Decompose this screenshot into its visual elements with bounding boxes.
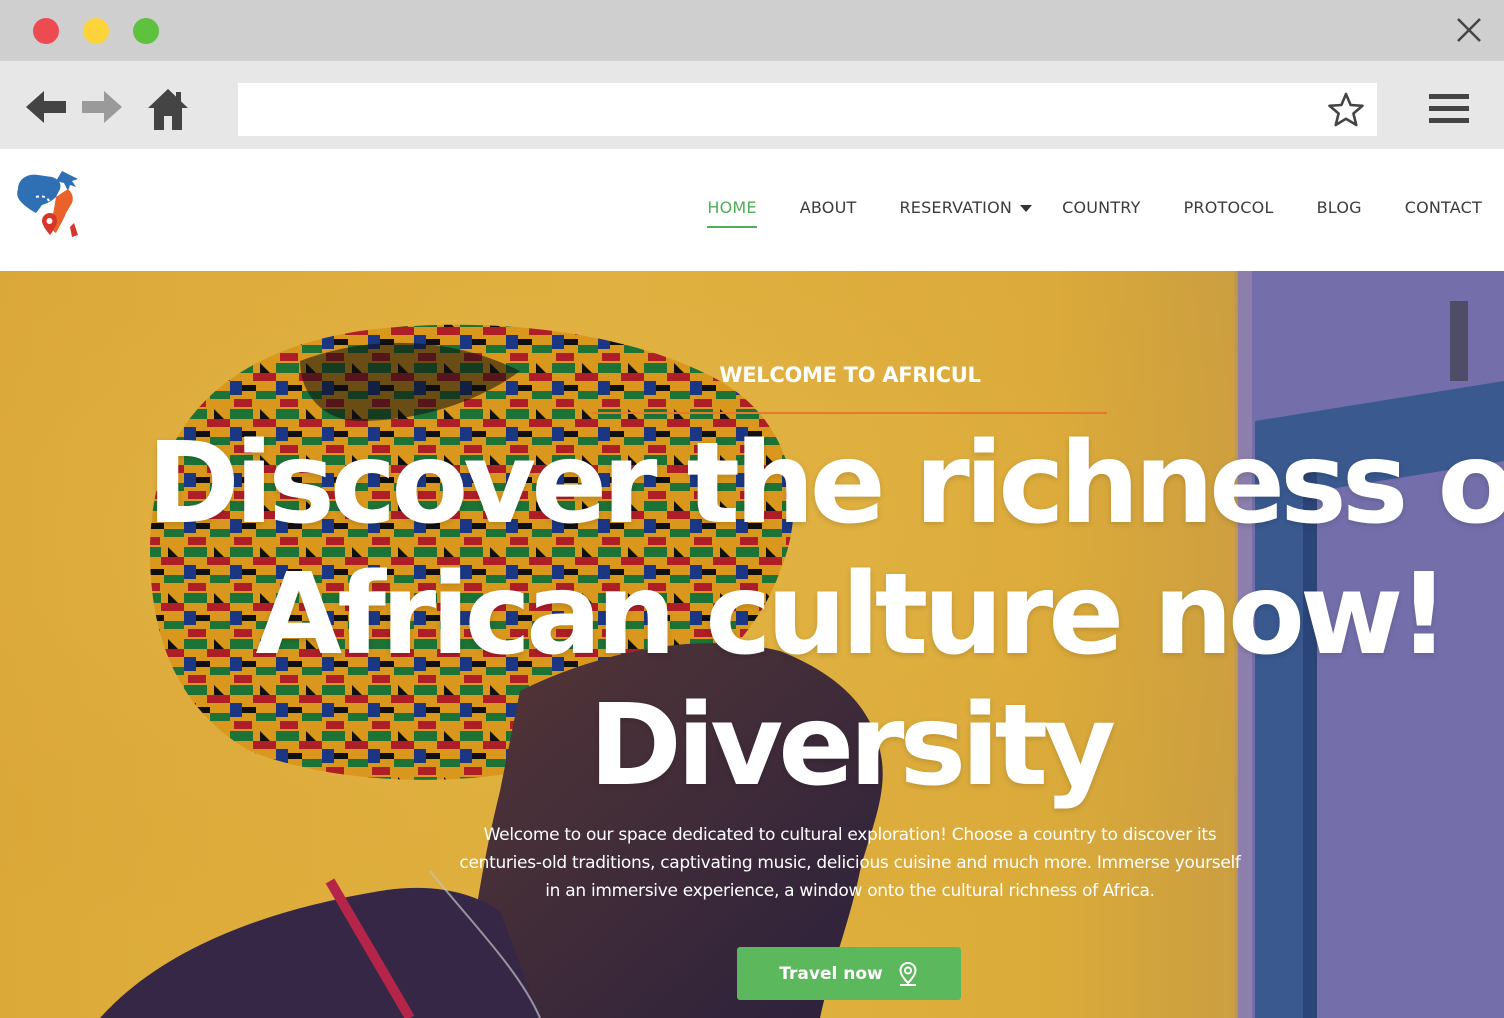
travel-now-button[interactable]: Travel now [737, 947, 961, 1000]
nav-protocol[interactable]: PROTOCOL [1184, 198, 1274, 217]
eyebrow-divider [592, 412, 1107, 414]
address-bar[interactable] [238, 83, 1377, 136]
hero-section: WELCOME TO AFRICUL Discover the richness… [0, 271, 1504, 1018]
hero-headline: Discover the richness of African culture… [0, 419, 1504, 812]
hero-content: WELCOME TO AFRICUL Discover the richness… [0, 271, 1504, 1018]
nav-reservation-label: RESERVATION [899, 197, 1013, 217]
browser-titlebar [0, 0, 1504, 61]
forward-arrow-icon[interactable] [80, 88, 124, 126]
window-close-dot[interactable] [33, 18, 59, 44]
hamburger-menu-icon[interactable] [1428, 92, 1470, 126]
location-pin-icon [899, 961, 917, 986]
nav-country[interactable]: COUNTRY [1062, 198, 1141, 217]
hero-intro: Welcome to our space dedicated to cultur… [430, 821, 1270, 905]
browser-toolbar [0, 61, 1504, 149]
caret-down-icon [1020, 205, 1033, 212]
main-navigation: HOME ABOUT RESERVATION COUNTRY PROTOCOL … [707, 187, 1482, 228]
back-arrow-icon[interactable] [24, 88, 68, 126]
africa-logo-icon[interactable] [12, 167, 84, 241]
nav-about[interactable]: ABOUT [800, 198, 857, 217]
headline-line-2: African culture now! [255, 550, 1450, 680]
site-header: HOME ABOUT RESERVATION COUNTRY PROTOCOL … [0, 149, 1504, 271]
nav-contact[interactable]: CONTACT [1405, 198, 1482, 217]
nav-blog[interactable]: BLOG [1317, 198, 1362, 217]
window-minimize-dot[interactable] [83, 18, 109, 44]
intro-line-1: Welcome to our space dedicated to cultur… [483, 825, 1217, 845]
headline-line-1: Discover the richness of [146, 419, 1504, 549]
nav-reservation[interactable]: RESERVATION [899, 197, 1033, 217]
nav-home[interactable]: HOME [707, 198, 758, 228]
hero-eyebrow: WELCOME TO AFRICUL [719, 363, 981, 387]
window-maximize-dot[interactable] [133, 18, 159, 44]
home-icon[interactable] [146, 86, 190, 132]
close-icon[interactable] [1454, 15, 1484, 45]
travel-now-label: Travel now [779, 963, 883, 984]
headline-line-3: Diversity [588, 681, 1116, 811]
intro-line-2: centuries-old traditions, captivating mu… [459, 853, 1241, 873]
bookmark-star-icon[interactable] [1327, 91, 1365, 129]
intro-line-3: in an immersive experience, a window ont… [545, 881, 1155, 901]
